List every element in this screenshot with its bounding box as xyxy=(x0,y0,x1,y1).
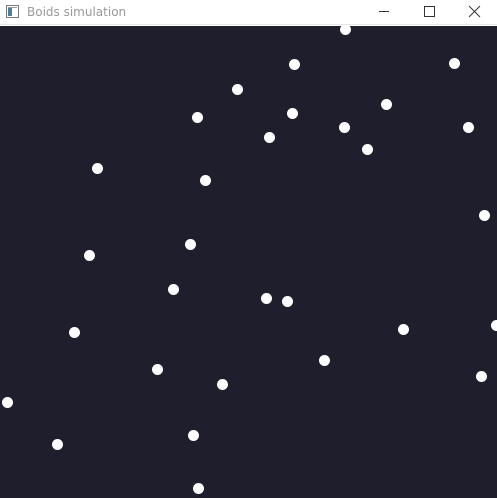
boid xyxy=(397,323,409,335)
boid xyxy=(199,174,211,186)
boid xyxy=(263,131,275,143)
boid xyxy=(68,326,80,338)
boid xyxy=(288,58,300,70)
boid xyxy=(231,83,243,95)
window-title: Boids simulation xyxy=(27,5,127,19)
boid xyxy=(151,363,163,375)
boid xyxy=(184,238,196,250)
boid xyxy=(361,143,373,155)
boid xyxy=(187,429,199,441)
simulation-canvas[interactable] xyxy=(0,26,497,498)
boid xyxy=(380,98,392,110)
boid xyxy=(318,354,330,366)
close-icon xyxy=(468,5,481,18)
boid xyxy=(192,482,204,494)
minimize-button[interactable] xyxy=(362,0,406,24)
app-window: Boids simulation xyxy=(0,0,497,498)
boid xyxy=(286,107,298,119)
boid xyxy=(475,370,487,382)
app-window-icon xyxy=(6,5,19,18)
boid xyxy=(1,396,13,408)
boid xyxy=(191,111,203,123)
minimize-icon xyxy=(379,11,389,12)
maximize-button[interactable] xyxy=(407,0,451,24)
boid xyxy=(281,295,293,307)
boid xyxy=(478,209,490,221)
boid xyxy=(260,292,272,304)
boid xyxy=(462,121,474,133)
boid xyxy=(51,438,63,450)
boid xyxy=(167,283,179,295)
close-button[interactable] xyxy=(452,0,496,24)
boid xyxy=(83,249,95,261)
boid xyxy=(216,378,228,390)
boid xyxy=(448,57,460,69)
boid xyxy=(339,26,351,35)
boid xyxy=(490,319,497,331)
boid xyxy=(91,162,103,174)
maximize-icon xyxy=(424,6,435,17)
boid xyxy=(338,121,350,133)
title-bar[interactable]: Boids simulation xyxy=(0,0,497,25)
